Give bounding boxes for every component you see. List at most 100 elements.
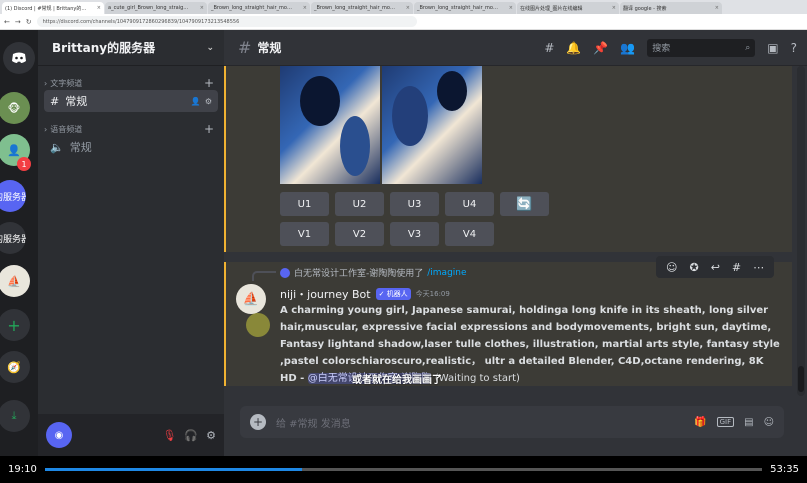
- message-input[interactable]: 给 #常规 发消息: [276, 415, 684, 430]
- bot-tag: ✓ 机器人: [375, 288, 411, 300]
- image-grid[interactable]: [280, 66, 482, 184]
- scrollbar-thumb[interactable]: [798, 366, 804, 392]
- u4-button[interactable]: U4: [445, 192, 494, 216]
- message-list: U1 U2 U3 U4 🔄 V1 V2 V3 V4 ☺ ✪ ↩ # ⋯ 白无常设…: [224, 66, 807, 398]
- guild-header[interactable]: Brittany的服务器 ⌄: [38, 30, 224, 66]
- inbox-icon[interactable]: ▣: [767, 41, 778, 55]
- guild-name: Brittany的服务器: [52, 41, 156, 55]
- channel-item-general[interactable]: # 常规 👤 ⚙: [44, 90, 218, 112]
- chat-area: # 常规 # 🔔 📌 👥 搜索 ⌕ ▣ ? U1 U2 U3 U4 🔄 V1 V…: [224, 30, 807, 456]
- close-icon[interactable]: ×: [509, 5, 513, 11]
- browser-tab[interactable]: _Brown_long_straight_hair_mo… ×: [414, 2, 516, 14]
- generated-image[interactable]: [280, 66, 380, 184]
- tab-label: 翻译 google - 搜索: [623, 5, 667, 12]
- bot-avatar[interactable]: ⛵: [236, 284, 266, 314]
- total-time: 53:35: [770, 464, 799, 475]
- u3-button[interactable]: U3: [390, 192, 439, 216]
- author-name[interactable]: niji・journey Bot: [280, 286, 371, 302]
- browser-tab[interactable]: _Brown_long_straight_hair_mo… ×: [208, 2, 310, 14]
- url-field[interactable]: https://discord.com/channels/10479091728…: [36, 16, 417, 27]
- threads-icon[interactable]: #: [544, 41, 554, 55]
- close-icon[interactable]: ×: [612, 5, 616, 11]
- v1-button[interactable]: V1: [280, 222, 329, 246]
- discord-home-icon[interactable]: [3, 42, 35, 74]
- close-icon[interactable]: ×: [97, 5, 101, 11]
- avatar[interactable]: ◉: [46, 422, 72, 448]
- category-voice-channels[interactable]: › 语音频道 +: [38, 122, 224, 136]
- channel-label: 常规: [65, 95, 88, 108]
- v4-button[interactable]: V4: [445, 222, 494, 246]
- add-member-icon[interactable]: 👤: [191, 97, 201, 106]
- address-bar: ← → ↻ https://discord.com/channels/10479…: [0, 14, 807, 30]
- search-input[interactable]: 搜索 ⌕: [647, 38, 756, 57]
- category-text-channels[interactable]: › 文字频道 +: [38, 76, 224, 90]
- emoji-icon[interactable]: ☺: [764, 417, 774, 428]
- reply-user: 白无常设计工作室-谢陶陶使用了: [294, 269, 424, 279]
- category-label: 文字频道: [50, 78, 83, 88]
- scrollbar[interactable]: [797, 66, 805, 396]
- browser-tab[interactable]: 翻译 google - 搜索 ×: [620, 2, 722, 14]
- seek-bar[interactable]: [44, 468, 763, 471]
- tab-label: _Brown_long_straight_hair_mo…: [211, 5, 292, 11]
- add-super-reaction-icon[interactable]: ✪: [689, 261, 698, 274]
- sticker-icon[interactable]: ▤: [744, 417, 753, 428]
- reroll-button[interactable]: 🔄: [500, 192, 549, 216]
- reload-icon[interactable]: ↻: [26, 18, 32, 26]
- headphones-icon[interactable]: 🎧: [184, 429, 198, 442]
- hash-icon: #: [50, 94, 60, 108]
- browser-tab[interactable]: 在线图片处理_图片在线编辑 ×: [517, 2, 619, 14]
- thread-icon[interactable]: #: [732, 261, 741, 274]
- compass-icon[interactable]: 🧭: [0, 351, 30, 383]
- gear-icon[interactable]: ⚙: [205, 97, 212, 106]
- browser-tab[interactable]: _Brown_long_straight_hair_mo… ×: [311, 2, 413, 14]
- notification-badge: 1: [17, 157, 31, 171]
- close-icon[interactable]: ×: [200, 5, 204, 11]
- reply-reference[interactable]: 白无常设计工作室-谢陶陶使用了 /imagine: [280, 266, 467, 279]
- server-icon[interactable]: 的服务器: [0, 180, 26, 212]
- mute-mic-icon[interactable]: 🎙: [162, 429, 176, 442]
- members-icon[interactable]: 👥: [620, 41, 635, 55]
- u2-button[interactable]: U2: [335, 192, 384, 216]
- gif-button[interactable]: GIF: [716, 417, 735, 427]
- chevron-down-icon[interactable]: ⌄: [206, 43, 214, 53]
- search-placeholder: 搜索: [652, 44, 671, 54]
- attach-plus-icon[interactable]: +: [250, 414, 266, 430]
- tab-label: (1) Discord | #常规 | Brittany的…: [5, 5, 87, 12]
- category-label: 语音频道: [50, 124, 83, 134]
- u1-button[interactable]: U1: [280, 192, 329, 216]
- bell-icon[interactable]: 🔔: [566, 41, 581, 55]
- close-icon[interactable]: ×: [303, 5, 307, 11]
- back-icon[interactable]: ←: [4, 18, 10, 26]
- add-reaction-icon[interactable]: ☺: [666, 261, 677, 274]
- browser-tab[interactable]: (1) Discord | #常规 | Brittany的… ×: [2, 2, 104, 14]
- add-channel-icon[interactable]: +: [204, 122, 214, 136]
- elapsed-time: 19:10: [8, 464, 37, 475]
- channel-label: 常规: [69, 141, 92, 154]
- voice-channel-item[interactable]: 🔈 常规: [44, 136, 218, 158]
- v3-button[interactable]: V3: [390, 222, 439, 246]
- add-channel-icon[interactable]: +: [204, 76, 214, 90]
- server-label: 的服务器: [0, 192, 26, 203]
- server-icon[interactable]: 的服务器: [0, 222, 26, 254]
- help-icon[interactable]: ?: [791, 41, 797, 55]
- close-icon[interactable]: ×: [406, 5, 410, 11]
- browser-tab[interactable]: a_cute_girl_Brown_long_straig… ×: [105, 2, 207, 14]
- browser-tab-bar: (1) Discord | #常规 | Brittany的… × a_cute_g…: [0, 0, 807, 14]
- message-header: niji・journey Bot ✓ 机器人 今天16:09: [280, 286, 450, 302]
- cursor-highlight: [246, 313, 270, 337]
- sailboat-icon[interactable]: ⛵: [0, 265, 30, 297]
- reply-icon[interactable]: ↩: [711, 261, 720, 274]
- gift-icon[interactable]: 🎁: [694, 417, 706, 428]
- v2-button[interactable]: V2: [335, 222, 384, 246]
- close-icon[interactable]: ×: [715, 5, 719, 11]
- refresh-icon: 🔄: [516, 196, 533, 212]
- server-icon[interactable]: 🐵: [0, 92, 30, 124]
- more-icon[interactable]: ⋯: [753, 261, 764, 274]
- generated-image[interactable]: [382, 66, 482, 184]
- gear-icon[interactable]: ⚙: [206, 429, 216, 442]
- tab-label: a_cute_girl_Brown_long_straig…: [108, 5, 189, 11]
- download-icon[interactable]: ⤓: [0, 400, 30, 432]
- add-server-icon[interactable]: +: [0, 309, 30, 341]
- forward-icon[interactable]: →: [15, 18, 21, 26]
- pin-icon[interactable]: 📌: [593, 41, 608, 55]
